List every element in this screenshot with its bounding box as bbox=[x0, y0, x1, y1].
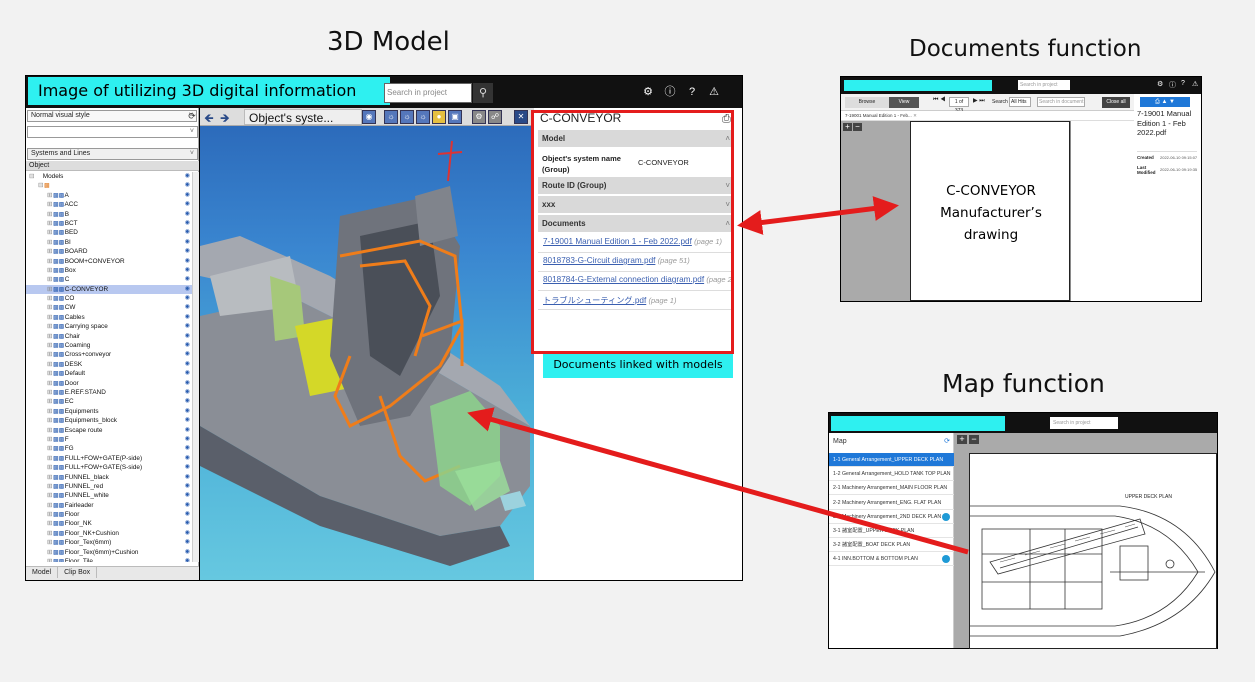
annotation-arrows bbox=[467, 196, 969, 555]
map-link-arrow bbox=[467, 407, 969, 555]
documents-link-arrow bbox=[737, 196, 899, 235]
